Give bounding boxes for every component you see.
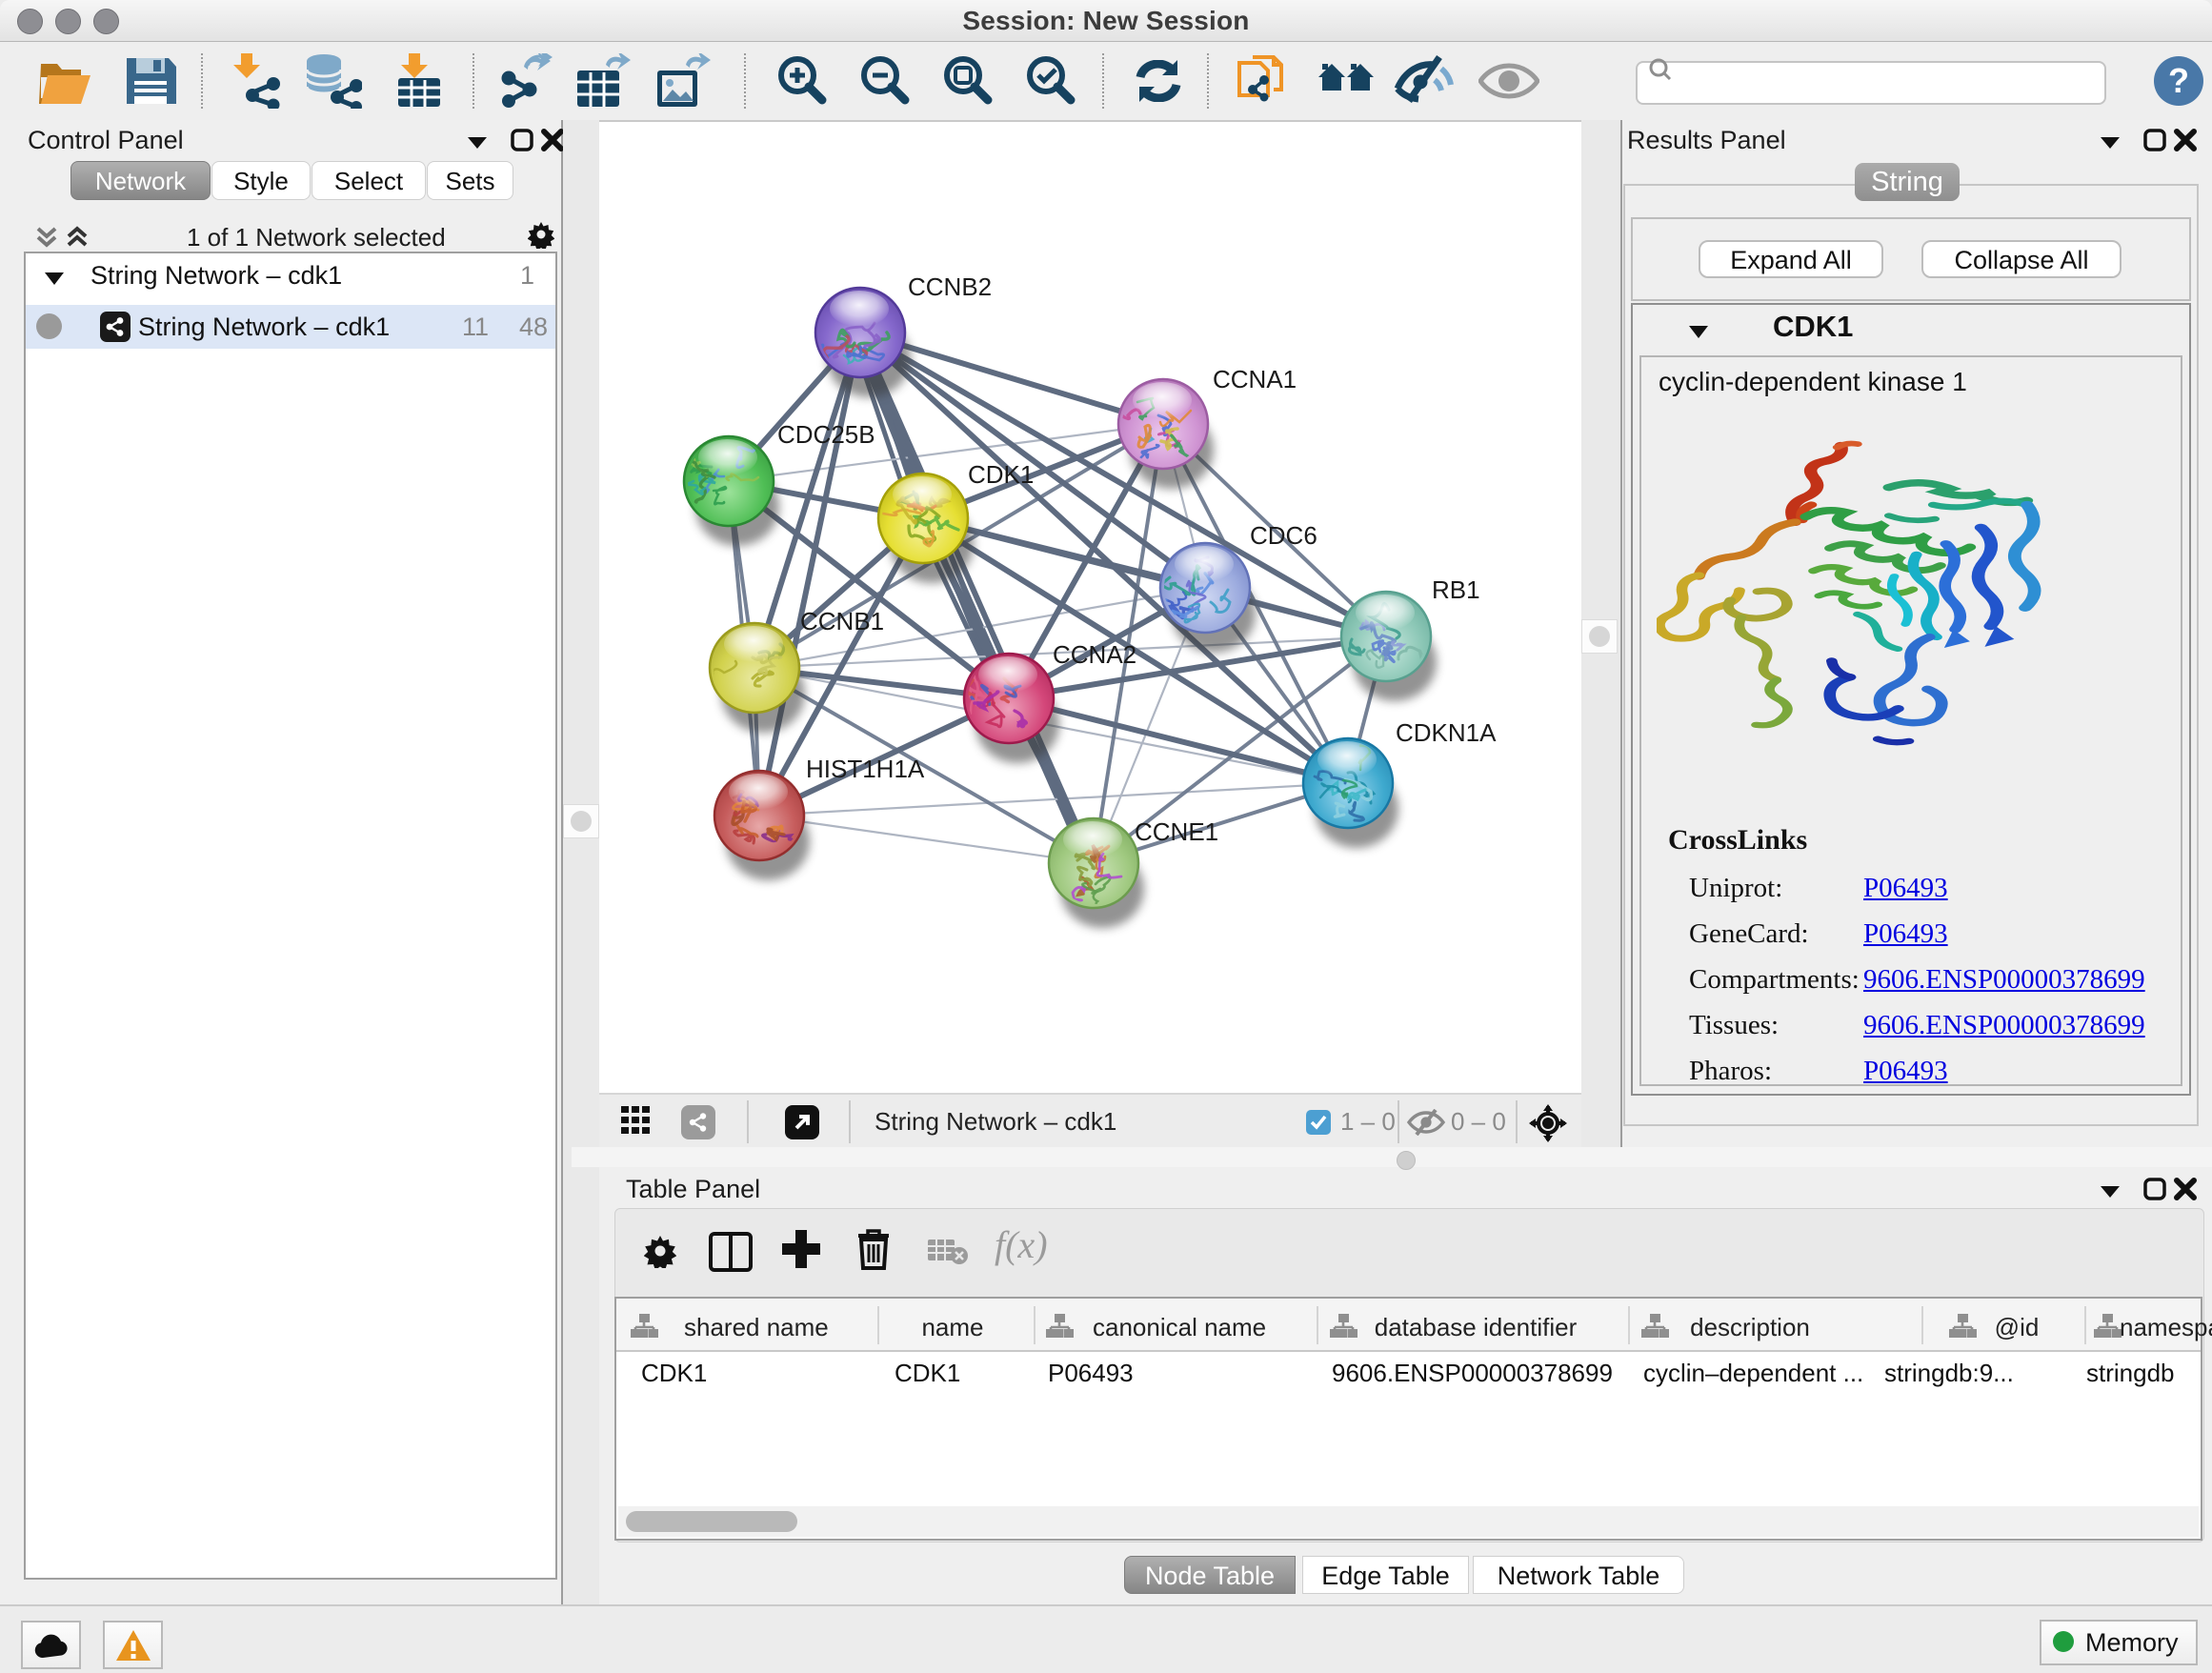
svg-text:CDC25B: CDC25B	[777, 420, 875, 449]
svg-text:CDC6: CDC6	[1250, 521, 1317, 550]
svg-text:CCNE1: CCNE1	[1135, 817, 1218, 846]
svg-text:RB1: RB1	[1432, 575, 1480, 604]
svg-text:CCNB2: CCNB2	[908, 272, 992, 301]
svg-text:CDK1: CDK1	[968, 460, 1034, 489]
svg-text:?: ?	[2168, 61, 2189, 100]
svg-text:CDKN1A: CDKN1A	[1396, 718, 1497, 747]
svg-text:CCNB1: CCNB1	[800, 607, 884, 635]
svg-text:HIST1H1A: HIST1H1A	[806, 755, 925, 783]
svg-text:CCNA1: CCNA1	[1213, 365, 1297, 393]
svg-text:CCNA2: CCNA2	[1053, 640, 1136, 669]
